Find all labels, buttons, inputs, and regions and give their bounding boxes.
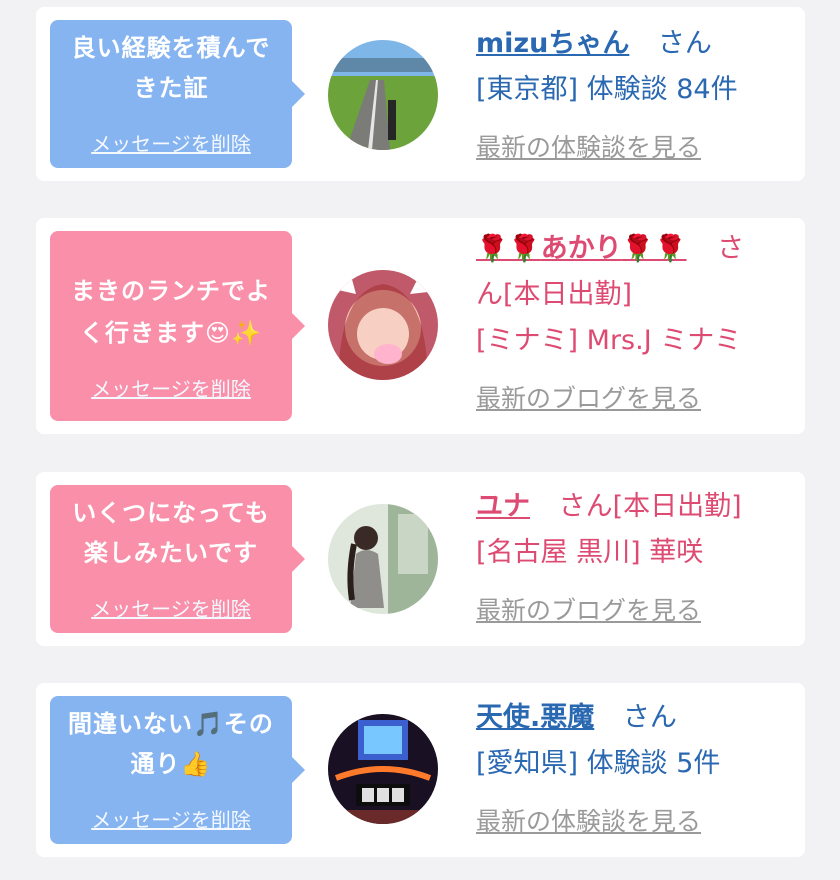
user-shop: [ミナミ] Mrs.J ミナミ xyxy=(476,325,742,356)
message-text-line: 楽しみたいです xyxy=(83,539,259,567)
user-name-link[interactable]: 🌹🌹あかり🌹🌹 xyxy=(476,233,687,264)
user-info: 🌹🌹あかり🌹🌹 さ ん[本日出勤] [ミナミ] Mrs.J ミナミ 最新のブログ… xyxy=(476,232,797,422)
avatar[interactable] xyxy=(328,714,438,824)
honorific: さん[本日出勤] xyxy=(558,491,742,522)
message-bubble: いくつになっても 楽しみたいです メッセージを削除 xyxy=(50,485,305,633)
user-info: ユナ さん[本日出勤] [名古屋 黒川] 華咲 最新のブログを見る xyxy=(476,490,797,630)
user-info: 天使.悪魔 さん [愛知県] 体験談 5件 最新の体験談を見る xyxy=(476,701,797,841)
user-info: mizuちゃん さん [東京都] 体験談 84件 最新の体験談を見る xyxy=(476,27,797,167)
message-text-line: く行きます😍✨ xyxy=(80,319,262,347)
honorific: さ xyxy=(717,233,745,264)
user-shop: [名古屋 黒川] 華咲 xyxy=(476,537,704,568)
latest-reviews-link[interactable]: 最新の体験談を見る xyxy=(476,133,701,162)
honorific: さん xyxy=(622,702,677,733)
message-card: 良い経験を積んで きた証 メッセージを削除 mizuちゃん さん [東京都] 体… xyxy=(36,7,805,181)
user-name: あかり xyxy=(540,233,622,264)
delete-message-link[interactable]: メッセージを削除 xyxy=(50,808,292,832)
avatar[interactable] xyxy=(328,504,438,614)
user-name-link[interactable]: ユナ xyxy=(476,491,530,522)
message-bubble: まきのランチでよ く行きます😍✨ メッセージを削除 xyxy=(50,231,305,421)
message-bubble: 間違いない🎵その 通り👍 メッセージを削除 xyxy=(50,696,305,844)
message-text-line: きた証 xyxy=(133,74,209,102)
road-photo-icon xyxy=(328,40,438,150)
message-bubble: 良い経験を積んで きた証 メッセージを削除 xyxy=(50,20,305,168)
user-name-link[interactable]: 天使.悪魔 xyxy=(476,702,594,733)
message-text-line: いくつになっても xyxy=(72,499,270,527)
user-name-link[interactable]: mizuちゃん xyxy=(476,28,629,59)
avatar[interactable] xyxy=(328,40,438,150)
user-detail: [東京都] 体験談 84件 xyxy=(476,74,738,105)
message-text-line: 良い経験を積んで xyxy=(71,34,271,62)
rose-emoji: 🌹🌹 xyxy=(476,234,541,264)
message-card: まきのランチでよ く行きます😍✨ メッセージを削除 🌹🌹あかり🌹🌹 さ ん[本日… xyxy=(36,218,805,434)
latest-reviews-link[interactable]: 最新の体験談を見る xyxy=(476,807,701,836)
person-photo-icon xyxy=(328,270,438,380)
message-card: いくつになっても 楽しみたいです メッセージを削除 ユナ さん[本日出勤] [名… xyxy=(36,472,805,646)
slot-machine-photo-icon xyxy=(328,714,438,824)
avatar[interactable] xyxy=(328,270,438,380)
user-detail: ん[本日出勤] xyxy=(476,279,633,310)
message-card: 間違いない🎵その 通り👍 メッセージを削除 天使.悪魔 さん [愛知県] 体験談… xyxy=(36,683,805,857)
delete-message-link[interactable]: メッセージを削除 xyxy=(50,597,292,621)
honorific: さん xyxy=(657,28,712,59)
message-text-line: まきのランチでよ xyxy=(71,277,271,305)
person-photo-icon xyxy=(328,504,438,614)
message-text-line: 間違いない🎵その xyxy=(68,710,274,738)
message-text-line: 通り👍 xyxy=(130,750,212,778)
latest-blog-link[interactable]: 最新のブログを見る xyxy=(476,596,701,625)
message-list: 良い経験を積んで きた証 メッセージを削除 mizuちゃん さん [東京都] 体… xyxy=(0,0,840,880)
latest-blog-link[interactable]: 最新のブログを見る xyxy=(476,384,701,413)
delete-message-link[interactable]: メッセージを削除 xyxy=(50,132,292,156)
delete-message-link[interactable]: メッセージを削除 xyxy=(50,377,292,401)
user-detail: [愛知県] 体験談 5件 xyxy=(476,748,721,779)
rose-emoji: 🌹🌹 xyxy=(621,234,687,264)
